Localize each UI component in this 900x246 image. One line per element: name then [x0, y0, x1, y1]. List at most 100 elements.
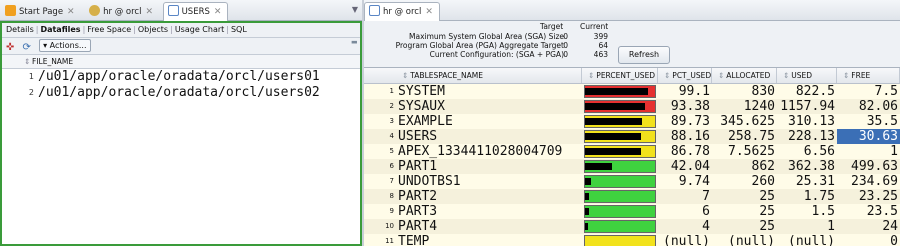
- collapse-icon[interactable]: ▬: [351, 38, 359, 46]
- free-cell[interactable]: 23.25: [837, 189, 900, 204]
- table-row[interactable]: 1/u01/app/oracle/oradata/orcl/users01: [2, 69, 360, 85]
- allocated-cell[interactable]: 25: [712, 189, 777, 204]
- tab-hr-orcl-worksheet[interactable]: hr @ orcl ✕: [364, 2, 440, 21]
- used-cell[interactable]: 1: [777, 219, 837, 234]
- sort-icon: ⇕: [783, 71, 790, 80]
- allocated-cell[interactable]: 25: [712, 219, 777, 234]
- allocated-cell[interactable]: (null): [712, 234, 777, 246]
- allocated-cell[interactable]: 258.75: [712, 129, 777, 144]
- allocated-cell[interactable]: 345.625: [712, 114, 777, 129]
- free-cell[interactable]: 234.69: [837, 174, 900, 189]
- column-header-used[interactable]: ⇕ USED: [777, 68, 837, 83]
- table-row[interactable]: 9 PART3 6 25 1.5 23.5: [364, 204, 900, 219]
- pct-used-cell[interactable]: 88.16: [658, 129, 712, 144]
- used-cell[interactable]: 362.38: [777, 159, 837, 174]
- table-row[interactable]: 5 APEX_1334411028004709 86.78 7.5625 6.56 1: [364, 144, 900, 159]
- free-cell[interactable]: 499.63: [837, 159, 900, 174]
- table-row[interactable]: 10 PART4 4 25 1 24: [364, 219, 900, 234]
- column-header-percent-used[interactable]: ⇕ PERCENT_USED: [582, 68, 658, 83]
- allocated-cell[interactable]: 862: [712, 159, 777, 174]
- tablespace-name-cell[interactable]: EXAMPLE: [398, 114, 582, 129]
- free-cell[interactable]: 23.5: [837, 204, 900, 219]
- tab-hr-orcl[interactable]: hr @ orcl ✕: [84, 2, 160, 21]
- column-header-tablespace-name[interactable]: ⇕ TABLESPACE_NAME: [396, 68, 582, 83]
- table-row[interactable]: 8 PART2 7 25 1.75 23.25: [364, 189, 900, 204]
- used-cell[interactable]: 6.56: [777, 144, 837, 159]
- free-cell[interactable]: 30.63: [837, 129, 900, 144]
- table-row[interactable]: 2/u01/app/oracle/oradata/orcl/users02: [2, 85, 360, 101]
- subtab-sql[interactable]: SQL: [229, 25, 249, 34]
- free-cell[interactable]: 24: [837, 219, 900, 234]
- pin-icon[interactable]: ✜: [6, 40, 17, 53]
- pct-used-cell[interactable]: 42.04: [658, 159, 712, 174]
- tablespace-name-cell[interactable]: PART3: [398, 204, 582, 219]
- column-header-pct-used[interactable]: ⇕ PCT_USED: [658, 68, 712, 83]
- used-cell[interactable]: 1.75: [777, 189, 837, 204]
- allocated-cell[interactable]: 25: [712, 204, 777, 219]
- tablespace-name-cell[interactable]: APEX_1334411028004709: [398, 144, 582, 159]
- used-cell[interactable]: 822.5: [777, 84, 837, 99]
- tablespace-name-cell[interactable]: PART2: [398, 189, 582, 204]
- column-label: PCT_USED: [672, 71, 712, 80]
- summary-row: Current Configuration: (SGA + PGA): [364, 50, 564, 59]
- pct-used-cell[interactable]: 9.74: [658, 174, 712, 189]
- allocated-cell[interactable]: 260: [712, 174, 777, 189]
- used-cell[interactable]: 228.13: [777, 129, 837, 144]
- column-header-free[interactable]: ⇕ FREE: [837, 68, 900, 83]
- pct-used-cell[interactable]: 89.73: [658, 114, 712, 129]
- tablespace-name-cell[interactable]: USERS: [398, 129, 582, 144]
- used-cell[interactable]: 310.13: [777, 114, 837, 129]
- subtab-datafiles[interactable]: Datafiles: [38, 25, 82, 34]
- table-row[interactable]: 6 PART1 42.04 862 362.38 499.63: [364, 159, 900, 174]
- table-row[interactable]: 1 SYSTEM 99.1 830 822.5 7.5: [364, 84, 900, 99]
- pct-used-cell[interactable]: 7: [658, 189, 712, 204]
- free-cell[interactable]: 82.06: [837, 99, 900, 114]
- summary-target: 0: [563, 32, 568, 41]
- used-cell[interactable]: 25.31: [777, 174, 837, 189]
- used-cell[interactable]: 1.5: [777, 204, 837, 219]
- tablespace-name-cell[interactable]: PART4: [398, 219, 582, 234]
- table-row[interactable]: 4 USERS 88.16 258.75 228.13 30.63: [364, 129, 900, 144]
- used-cell[interactable]: (null): [777, 234, 837, 246]
- free-cell[interactable]: 35.5: [837, 114, 900, 129]
- subtab-details[interactable]: Details: [4, 25, 36, 34]
- tab-start-page[interactable]: Start Page ✕: [0, 2, 82, 21]
- allocated-cell[interactable]: 7.5625: [712, 144, 777, 159]
- close-icon[interactable]: ✕: [425, 7, 433, 17]
- pct-used-cell[interactable]: 4: [658, 219, 712, 234]
- tab-users[interactable]: USERS ✕: [162, 2, 229, 21]
- allocated-cell[interactable]: 830: [712, 84, 777, 99]
- subtab-free-space[interactable]: Free Space: [85, 25, 133, 34]
- pct-used-cell[interactable]: 86.78: [658, 144, 712, 159]
- close-icon[interactable]: ✕: [67, 7, 75, 17]
- allocated-cell[interactable]: 1240: [712, 99, 777, 114]
- pct-used-cell[interactable]: 93.38: [658, 99, 712, 114]
- refresh-button[interactable]: Refresh: [618, 46, 670, 64]
- close-icon[interactable]: ✕: [145, 7, 153, 17]
- table-row[interactable]: 11 TEMP (null) (null) (null) 0: [364, 234, 900, 246]
- close-icon[interactable]: ✕: [214, 7, 222, 17]
- subtab-usage-chart[interactable]: Usage Chart: [173, 25, 226, 34]
- tablespace-name-cell[interactable]: PART1: [398, 159, 582, 174]
- tablespace-name-cell[interactable]: TEMP: [398, 234, 582, 246]
- subtab-objects[interactable]: Objects: [136, 25, 170, 34]
- pct-used-cell[interactable]: 6: [658, 204, 712, 219]
- pct-used-cell[interactable]: (null): [658, 234, 712, 246]
- tablespace-name-cell[interactable]: SYSTEM: [398, 84, 582, 99]
- refresh-icon[interactable]: ⟳: [23, 40, 34, 53]
- free-cell[interactable]: 0: [837, 234, 900, 246]
- tab-list-dropdown-icon[interactable]: ▼: [352, 5, 358, 14]
- tablespace-name-cell[interactable]: SYSAUX: [398, 99, 582, 114]
- used-cell[interactable]: 1157.94: [777, 99, 837, 114]
- free-cell[interactable]: 1: [837, 144, 900, 159]
- table-row[interactable]: 2 SYSAUX 93.38 1240 1157.94 82.06: [364, 99, 900, 114]
- file-name-column-header[interactable]: ⇕ FILE_NAME: [2, 55, 360, 69]
- free-cell[interactable]: 7.5: [837, 84, 900, 99]
- actions-button[interactable]: ▾ Actions...: [39, 39, 91, 52]
- database-connection-icon: [89, 5, 101, 16]
- table-row[interactable]: 3 EXAMPLE 89.73 345.625 310.13 35.5: [364, 114, 900, 129]
- pct-used-cell[interactable]: 99.1: [658, 84, 712, 99]
- table-row[interactable]: 7 UNDOTBS1 9.74 260 25.31 234.69: [364, 174, 900, 189]
- column-header-allocated[interactable]: ⇕ ALLOCATED: [712, 68, 777, 83]
- tablespace-name-cell[interactable]: UNDOTBS1: [398, 174, 582, 189]
